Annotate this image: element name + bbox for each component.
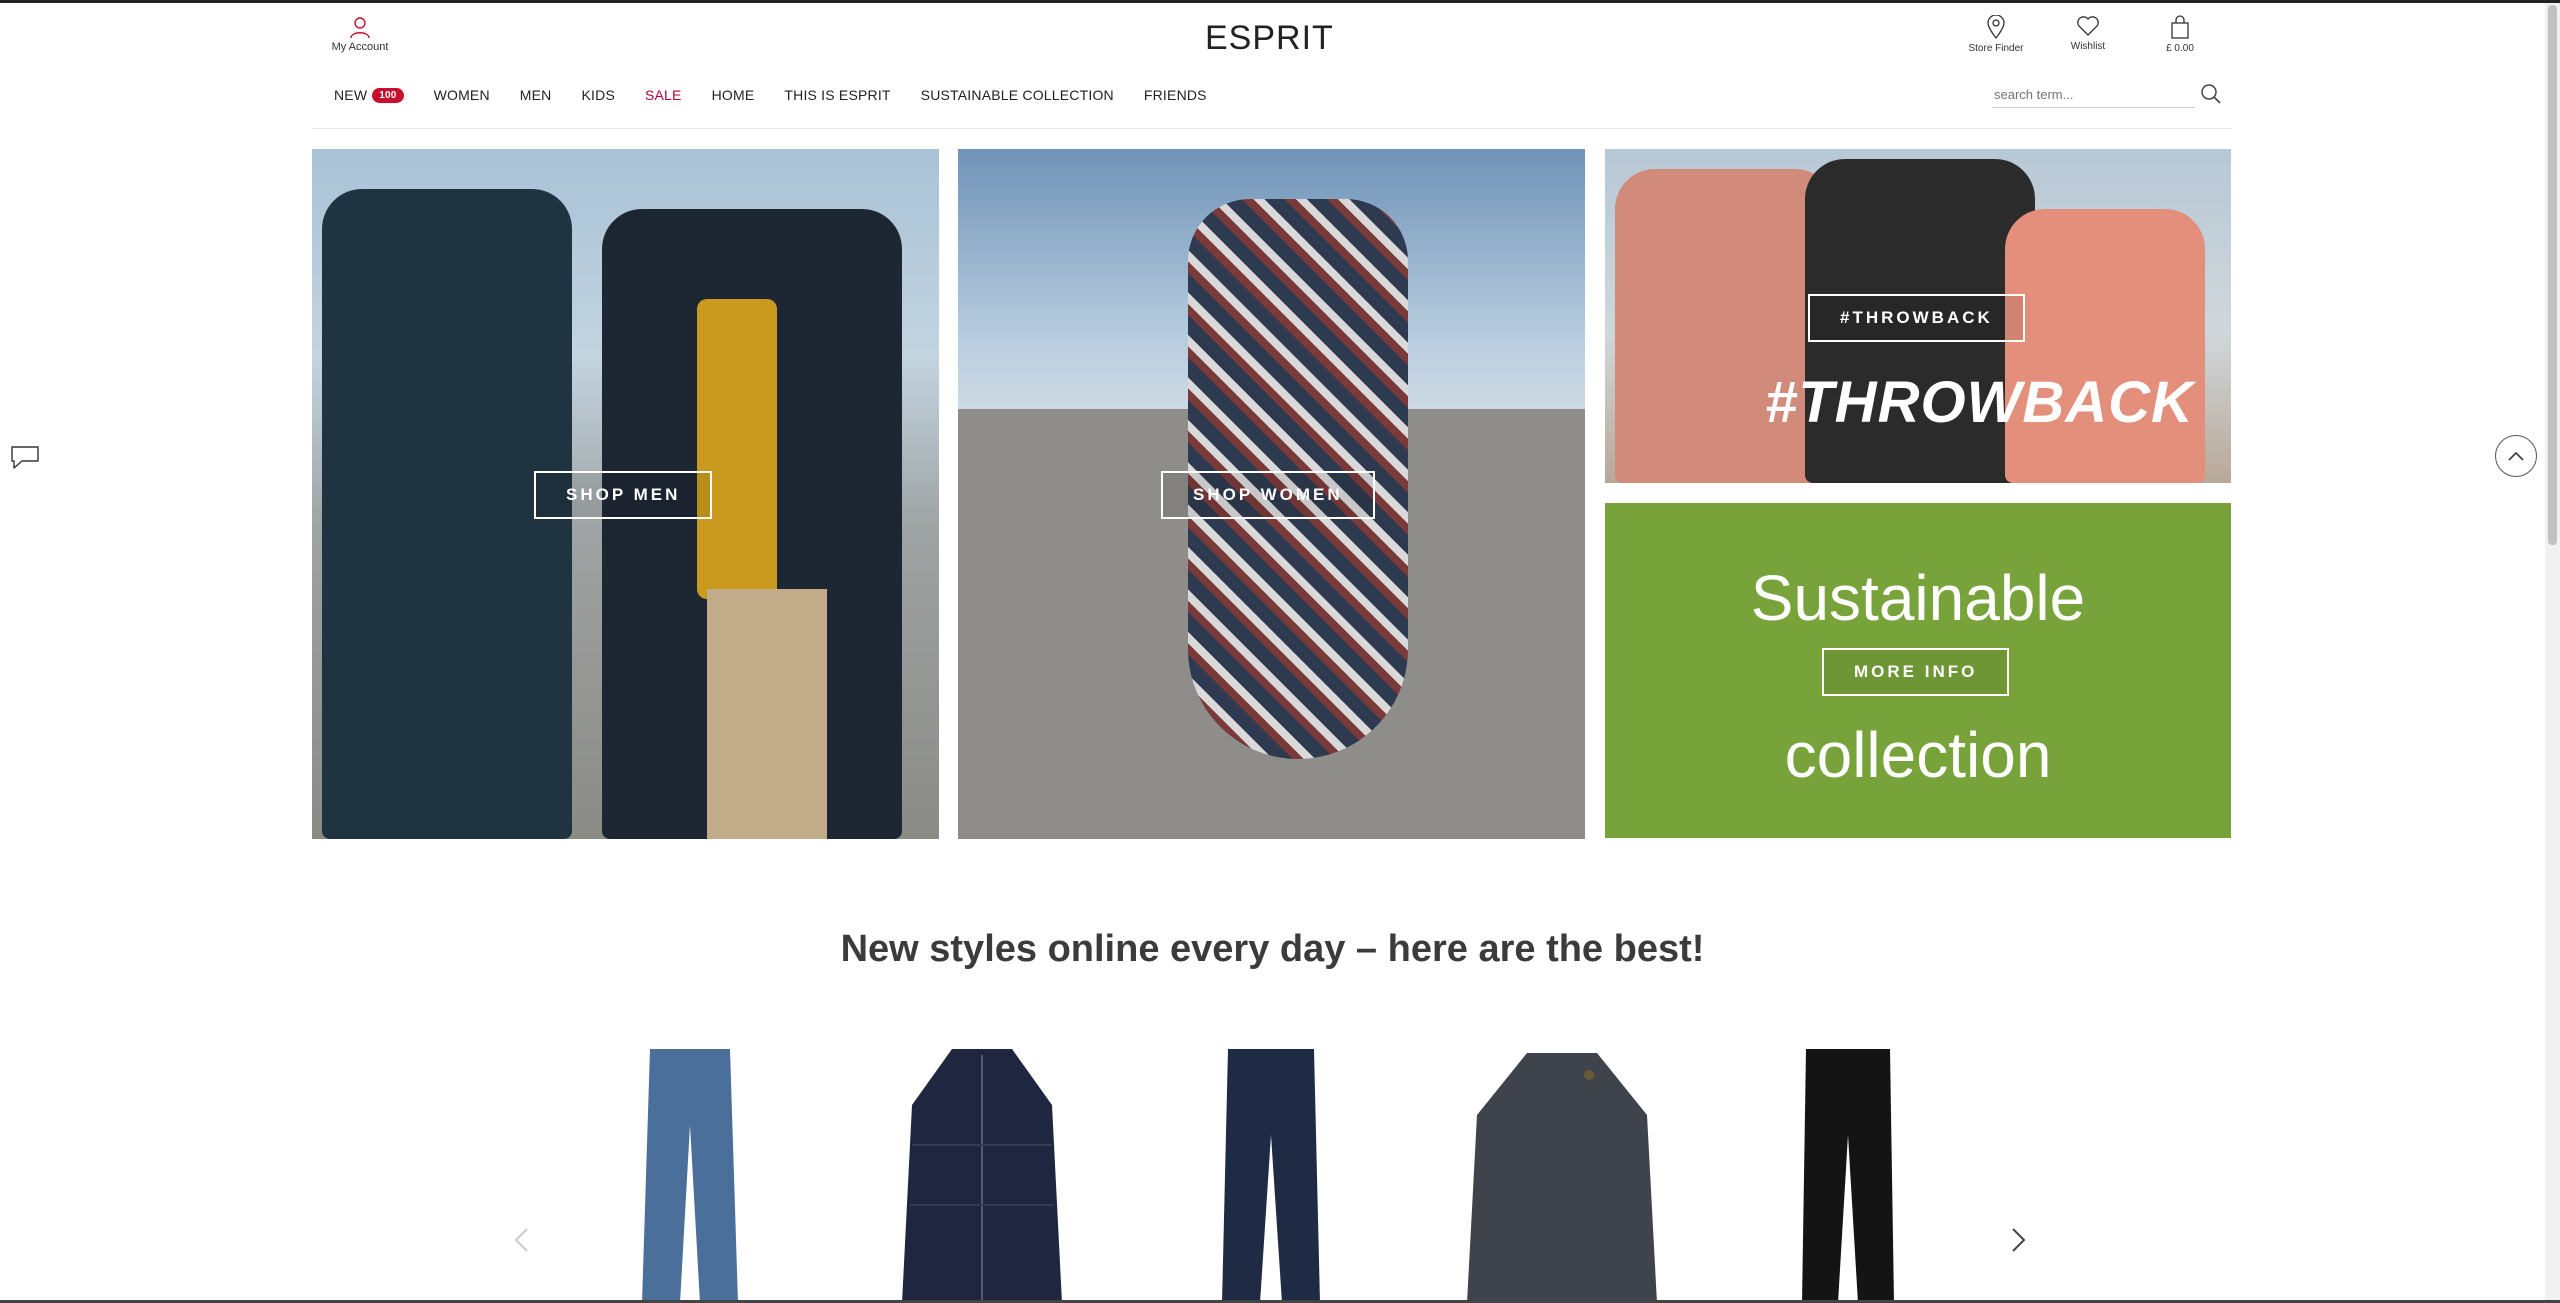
site-header: My Account ESPRIT Store Finder Wishlist …: [312, 3, 2232, 129]
product-card[interactable]: [585, 1045, 795, 1303]
header-utilities: Store Finder Wishlist £ 0.00: [1964, 15, 2212, 54]
nav-item-label: SALE: [644, 87, 682, 103]
nav-item-sustainable-collection[interactable]: SUSTAINABLE COLLECTION: [921, 87, 1114, 103]
search-box: [1992, 83, 2221, 108]
chat-button[interactable]: [8, 443, 42, 476]
puffer-jacket-image: [902, 1049, 1062, 1303]
nav-item-new[interactable]: NEW 100: [334, 87, 404, 103]
throwback-headline: #THROWBACK: [1765, 370, 2194, 435]
scrollbar-thumb[interactable]: [2548, 5, 2557, 545]
search-input[interactable]: [1992, 83, 2166, 105]
model-figure: [2005, 209, 2205, 483]
new-count-badge: 100: [372, 87, 404, 103]
hero-tile-throwback[interactable]: #THROWBACK #THROWBACK: [1605, 149, 2231, 483]
nav-item-women[interactable]: WOMEN: [434, 87, 490, 103]
carousel-prev-button[interactable]: [512, 1225, 532, 1260]
nav-item-kids[interactable]: KIDS: [582, 87, 615, 103]
wishlist-label: Wishlist: [2070, 41, 2106, 52]
esprit-logo[interactable]: ESPRIT: [1205, 19, 1334, 58]
cart-total: £ 0.00: [2166, 43, 2194, 54]
new-styles-heading: New styles online every day – here are t…: [840, 928, 1705, 970]
product-card[interactable]: [877, 1045, 1087, 1303]
store-finder-link[interactable]: Store Finder: [1964, 15, 2028, 54]
nav-item-friends[interactable]: FRIENDS: [1144, 87, 1207, 103]
user-icon: [350, 17, 370, 39]
product-card[interactable]: [1743, 1045, 1953, 1303]
nav-item-label: SUSTAINABLE COLLECTION: [920, 87, 1114, 103]
chat-bubble-icon: [11, 446, 39, 469]
my-account-label: My Account: [331, 41, 389, 53]
product-card[interactable]: [1166, 1045, 1376, 1303]
nav-item-label: HOME: [711, 87, 755, 103]
cart-link[interactable]: £ 0.00: [2148, 15, 2212, 54]
scroll-to-top-button[interactable]: [2495, 435, 2537, 477]
search-icon[interactable]: [2200, 83, 2222, 105]
collection-headline: collection: [1784, 719, 2052, 791]
chevron-up-icon: [2508, 451, 2524, 461]
chevron-left-icon: [514, 1228, 528, 1252]
hero-tile-men[interactable]: SHOP MEN: [312, 149, 939, 839]
carousel-next-button[interactable]: [2008, 1225, 2028, 1260]
nav-item-label: FRIENDS: [1143, 87, 1207, 103]
more-info-button[interactable]: MORE INFO: [1822, 648, 2010, 696]
shop-men-button[interactable]: SHOP MEN: [534, 471, 713, 519]
nav-item-this-is-esprit[interactable]: THIS IS ESPRIT: [784, 87, 890, 103]
jeans-image: [1222, 1049, 1320, 1303]
shopping-bag-icon: [2171, 15, 2189, 39]
location-pin-icon: [1987, 15, 2005, 39]
beige-trousers: [707, 589, 827, 839]
throwback-button[interactable]: #THROWBACK: [1808, 294, 2025, 342]
hero-tile-women[interactable]: SHOP WOMEN: [958, 149, 1585, 839]
my-account-link[interactable]: My Account: [328, 15, 392, 53]
main-nav: NEW 100 WOMEN MEN KIDS SALE HOME THIS IS…: [334, 87, 1207, 103]
nav-item-label: THIS IS ESPRIT: [784, 87, 891, 103]
nav-item-home[interactable]: HOME: [712, 87, 755, 103]
nav-item-label: KIDS: [581, 87, 615, 103]
heart-icon: [2077, 16, 2099, 36]
nav-item-sale[interactable]: SALE: [645, 87, 682, 103]
wishlist-link[interactable]: Wishlist: [2056, 15, 2120, 54]
nav-item-label: MEN: [519, 87, 552, 103]
product-card[interactable]: [1457, 1045, 1667, 1303]
jeans-image: [642, 1049, 738, 1303]
shop-women-button[interactable]: SHOP WOMEN: [1161, 471, 1375, 519]
hoodie-image: [1467, 1053, 1657, 1303]
chevron-right-icon: [2012, 1228, 2026, 1252]
nav-item-men[interactable]: MEN: [520, 87, 552, 103]
hero-tile-sustainable[interactable]: Sustainable MORE INFO collection: [1605, 503, 2231, 838]
jeans-image: [1802, 1049, 1894, 1303]
nav-item-label: WOMEN: [433, 87, 490, 103]
mustard-vest: [697, 299, 777, 599]
store-finder-label: Store Finder: [1968, 43, 2024, 54]
nav-item-label: NEW: [334, 87, 368, 103]
sustainable-headline: Sustainable: [1750, 562, 2086, 634]
